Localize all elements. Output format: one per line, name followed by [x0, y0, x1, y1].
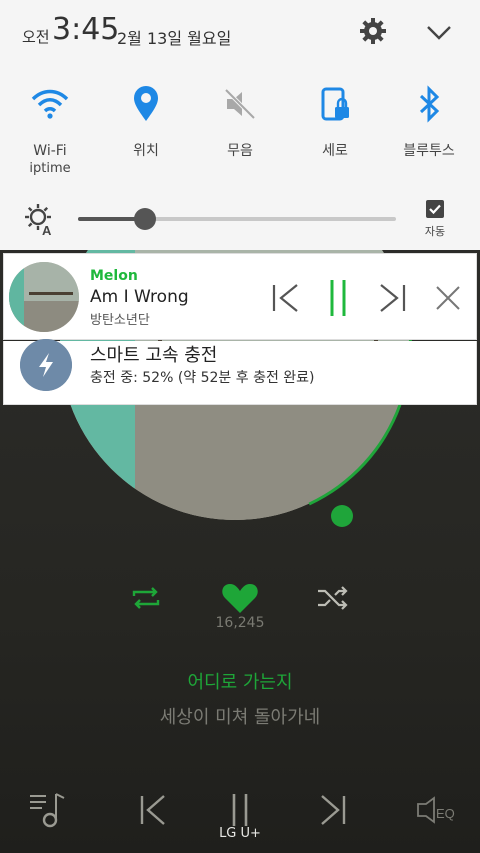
qs-wifi-network: iptime [29, 161, 71, 176]
qs-wifi[interactable]: Wi-Fi iptime [2, 84, 98, 184]
status-header: 오전 3:45 2월 13일 월요일 [0, 0, 480, 66]
playback-progress-knob[interactable] [331, 505, 353, 527]
player-action-row [0, 580, 480, 620]
charging-notification[interactable]: 스마트 고속 충전 충전 중: 52% (약 52분 후 충전 완료) [3, 339, 477, 405]
notification-shade: 오전 3:45 2월 13일 월요일 Wi-Fi iptime 위치 무음 세로… [0, 0, 480, 250]
qs-location-label: 위치 [133, 143, 159, 159]
like-count: 16,245 [215, 615, 265, 631]
shuffle-icon[interactable] [314, 580, 352, 616]
date-label: 2월 13일 월요일 [117, 29, 232, 48]
heart-icon[interactable] [220, 580, 260, 616]
auto-brightness-checkbox[interactable] [425, 199, 445, 219]
brightness-row: A 자동 [0, 195, 480, 247]
svg-text:A: A [42, 223, 52, 235]
carrier-label: LG U+ [219, 826, 261, 841]
ampm-label: 오전 [22, 28, 50, 46]
app-name-label: Melon [90, 268, 138, 284]
next-track-icon[interactable] [374, 280, 410, 316]
brightness-slider[interactable] [78, 208, 396, 230]
qs-rotation[interactable]: 세로 [287, 84, 383, 184]
artist-name: 방탄소년단 [90, 313, 150, 328]
wifi-icon [31, 89, 69, 119]
qs-rotation-label: 세로 [322, 143, 348, 159]
svg-text:EQ: EQ [436, 806, 455, 821]
qs-bluetooth-label: 블루투스 [403, 143, 455, 159]
clock: 3:45 [52, 12, 120, 47]
qs-mute-label: 무음 [227, 143, 253, 159]
location-icon [134, 86, 158, 121]
gear-icon[interactable] [358, 16, 388, 46]
brightness-slider-thumb[interactable] [134, 208, 156, 230]
album-thumbnail [9, 262, 79, 332]
qs-wifi-label: Wi-Fi [33, 143, 67, 159]
chevron-down-icon[interactable] [424, 18, 454, 48]
previous-track-icon[interactable] [268, 280, 304, 316]
lyric-current-line: 어디로 가는지 [187, 672, 293, 693]
pause-icon[interactable] [320, 280, 356, 316]
charge-detail: 충전 중: 52% (약 52분 후 충전 완료) [90, 370, 315, 386]
mute-icon [224, 88, 256, 120]
repeat-icon[interactable] [128, 580, 164, 616]
music-notification[interactable]: Melon Am I Wrong 방탄소년단 [3, 253, 477, 340]
rotation-lock-icon [321, 87, 349, 121]
qs-mute[interactable]: 무음 [192, 84, 288, 184]
charge-title: 스마트 고속 충전 [90, 345, 218, 366]
song-title: Am I Wrong [90, 287, 189, 307]
brightness-auto-icon: A [25, 204, 52, 235]
close-icon[interactable] [430, 280, 466, 316]
bluetooth-icon [419, 85, 440, 123]
auto-brightness-label: 자동 [424, 225, 446, 238]
qs-location[interactable]: 위치 [98, 84, 194, 184]
qs-bluetooth[interactable]: 블루투스 [381, 84, 477, 184]
lightning-icon [20, 339, 72, 391]
lyric-next-line: 세상이 미쳐 돌아가네 [159, 707, 321, 728]
